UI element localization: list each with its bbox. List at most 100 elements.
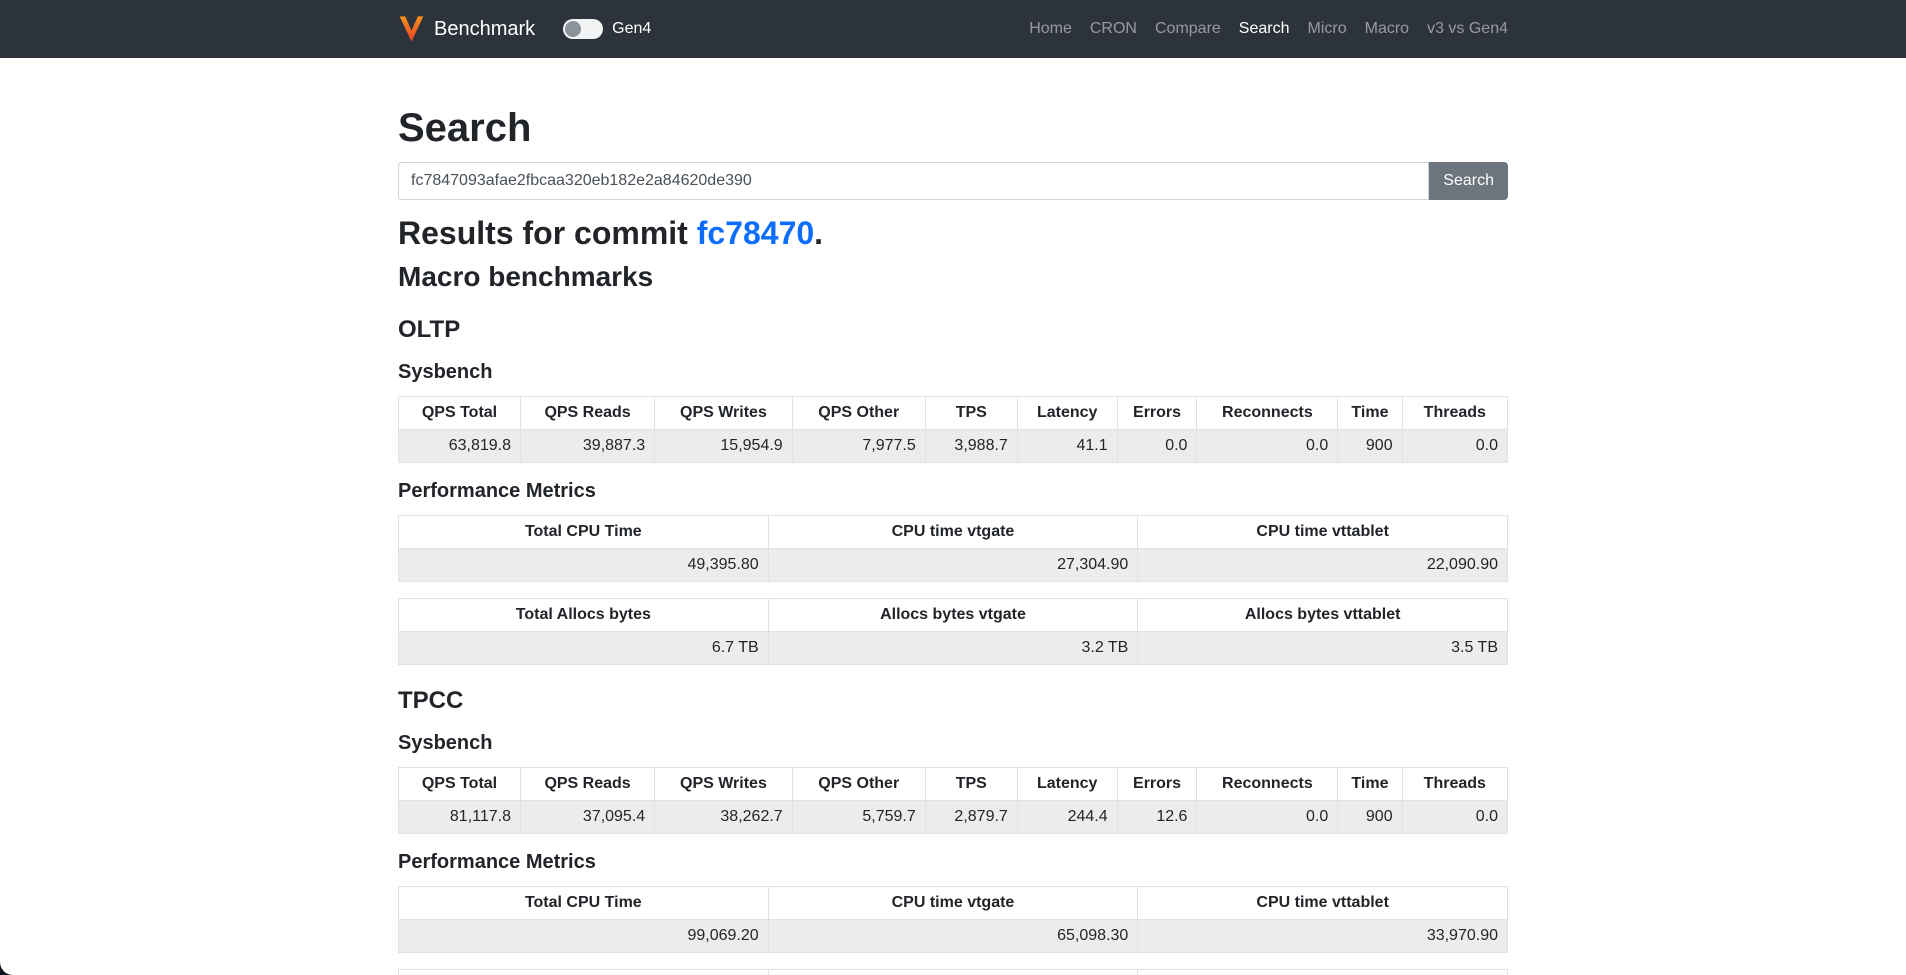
sysbench-heading: Sysbench [398,731,1508,755]
column-header: QPS Writes [655,396,793,429]
performance-heading: Performance Metrics [398,479,1508,503]
nav-item-compare[interactable]: Compare [1146,20,1230,38]
benchmark-title: OLTP [398,316,1508,345]
table-cell: 81,117.8 [399,800,521,833]
table-cell: 63,819.8 [399,429,521,462]
cpu-table: Total CPU TimeCPU time vtgateCPU time vt… [398,886,1508,953]
column-header: Allocs bytes vtgate [768,969,1138,975]
benchmark-sections: OLTP Sysbench QPS TotalQPS ReadsQPS Writ… [398,316,1508,975]
nav-item-macro[interactable]: Macro [1356,20,1418,38]
nav-item-v3-vs-gen4[interactable]: v3 vs Gen4 [1418,20,1508,38]
table-cell: 6.7 TB [399,631,769,664]
nav-item-cron[interactable]: CRON [1081,20,1146,38]
benchmark-title: TPCC [398,687,1508,716]
table-row: 81,117.837,095.438,262.75,759.72,879.724… [399,800,1508,833]
column-header: Latency [1017,396,1117,429]
table-row: 99,069.2065,098.3033,970.90 [399,919,1508,952]
brand[interactable]: Benchmark [398,14,535,44]
table-cell: 0.0 [1402,800,1507,833]
sysbench-table: QPS TotalQPS ReadsQPS WritesQPS OtherTPS… [398,767,1508,834]
column-header: Reconnects [1197,767,1338,800]
benchmark-section: TPCC Sysbench QPS TotalQPS ReadsQPS Writ… [398,687,1508,975]
page-title: Search [398,104,1508,152]
table-cell: 0.0 [1402,429,1507,462]
table-cell: 12.6 [1117,800,1197,833]
sysbench-heading: Sysbench [398,360,1508,384]
column-header: Time [1338,767,1402,800]
column-header: Latency [1017,767,1117,800]
column-header: TPS [925,396,1017,429]
search-input[interactable] [398,162,1429,200]
search-form: Search [398,162,1508,200]
table-cell: 39,887.3 [520,429,654,462]
column-header: QPS Other [792,767,925,800]
commit-link[interactable]: fc78470 [697,215,814,251]
table-cell: 27,304.90 [768,548,1138,581]
column-header: Time [1338,396,1402,429]
cpu-table: Total CPU TimeCPU time vtgateCPU time vt… [398,515,1508,582]
column-header: CPU time vttablet [1138,886,1508,919]
column-header: CPU time vtgate [768,515,1138,548]
table-cell: 22,090.90 [1138,548,1508,581]
macro-benchmarks-heading: Macro benchmarks [398,260,1508,294]
column-header: Threads [1402,767,1507,800]
table-cell: 2,879.7 [925,800,1017,833]
table-row: 49,395.8027,304.9022,090.90 [399,548,1508,581]
benchmark-section: OLTP Sysbench QPS TotalQPS ReadsQPS Writ… [398,316,1508,665]
table-cell: 49,395.80 [399,548,769,581]
table-cell: 900 [1338,429,1402,462]
main-content: Search Search Results for commit fc78470… [383,104,1523,975]
table-cell: 33,970.90 [1138,919,1508,952]
column-header: Allocs bytes vtgate [768,598,1138,631]
table-cell: 900 [1338,800,1402,833]
toggle-knob [565,21,581,37]
table-cell: 3,988.7 [925,429,1017,462]
sysbench-table: QPS TotalQPS ReadsQPS WritesQPS OtherTPS… [398,396,1508,463]
table-cell: 15,954.9 [655,429,793,462]
allocs-table: Total Allocs bytesAllocs bytes vtgateAll… [398,598,1508,665]
toggle-label: Gen4 [612,20,651,38]
column-header: Allocs bytes vttablet [1138,598,1508,631]
nav-item-micro[interactable]: Micro [1299,20,1356,38]
column-header: QPS Other [792,396,925,429]
gen4-toggle[interactable] [563,19,603,39]
column-header: Threads [1402,396,1507,429]
table-cell: 99,069.20 [399,919,769,952]
table-cell: 3.2 TB [768,631,1138,664]
column-header: Errors [1117,396,1197,429]
table-cell: 7,977.5 [792,429,925,462]
results-heading: Results for commit fc78470. [398,214,1508,252]
results-prefix: Results for commit [398,215,697,251]
results-suffix: . [814,215,823,251]
column-header: Total Allocs bytes [399,598,769,631]
nav-item-home[interactable]: Home [1020,20,1081,38]
brand-label: Benchmark [434,18,535,41]
nav-links: HomeCRONCompareSearchMicroMacrov3 vs Gen… [1020,20,1508,38]
table-row: 63,819.839,887.315,954.97,977.53,988.741… [399,429,1508,462]
column-header: QPS Reads [520,396,654,429]
nav-item-search[interactable]: Search [1230,20,1299,38]
table-row: 6.7 TB3.2 TB3.5 TB [399,631,1508,664]
window-rounded-corner [0,959,16,975]
column-header: TPS [925,767,1017,800]
allocs-table: Total Allocs bytesAllocs bytes vtgateAll… [398,969,1508,975]
column-header: QPS Writes [655,767,793,800]
column-header: CPU time vtgate [768,886,1138,919]
table-cell: 5,759.7 [792,800,925,833]
table-cell: 41.1 [1017,429,1117,462]
table-cell: 65,098.30 [768,919,1138,952]
column-header: Errors [1117,767,1197,800]
table-cell: 0.0 [1197,800,1338,833]
column-header: Total CPU Time [399,515,769,548]
table-cell: 38,262.7 [655,800,793,833]
navbar: Benchmark Gen4 HomeCRONCompareSearchMicr… [0,0,1906,58]
table-cell: 0.0 [1117,429,1197,462]
vitess-logo-icon [398,14,425,44]
table-cell: 0.0 [1197,429,1338,462]
column-header: QPS Total [399,767,521,800]
column-header: Total CPU Time [399,886,769,919]
search-button[interactable]: Search [1429,162,1508,200]
column-header: QPS Reads [520,767,654,800]
table-cell: 244.4 [1017,800,1117,833]
column-header: CPU time vttablet [1138,515,1508,548]
